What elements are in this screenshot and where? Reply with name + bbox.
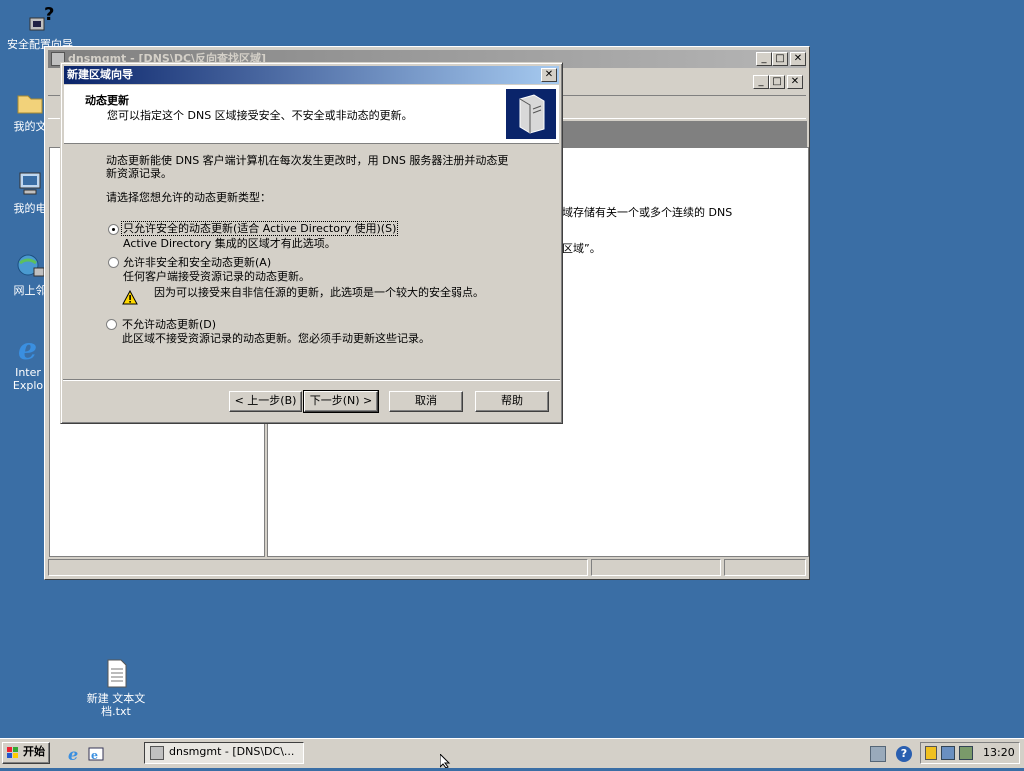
maximize-button[interactable]: □ <box>772 52 788 66</box>
tray-shield-icon[interactable] <box>925 746 937 760</box>
child-minimize-button[interactable]: _ <box>753 75 769 89</box>
next-button[interactable]: 下一步(N) > <box>303 390 379 413</box>
taskbar-item-dnsmgmt[interactable]: dnsmgmt - [DNS\DC\... <box>144 742 304 764</box>
intro-text-line2: 新资源记录。 <box>106 167 172 180</box>
wizard-header: 动态更新 您可以指定这个 DNS 区域接受安全、不安全或非动态的更新。 <box>64 85 559 144</box>
radio-no-dynamic-updates[interactable] <box>106 319 117 330</box>
option-nonsecure-label[interactable]: 允许非安全和安全动态更新(A) <box>123 256 271 269</box>
header-title: 动态更新 <box>85 94 129 107</box>
cancel-button[interactable]: 取消 <box>389 391 463 412</box>
dnsmgmt-icon <box>150 746 164 760</box>
tray-connection-icon[interactable] <box>959 746 973 760</box>
help-button[interactable]: 帮助 <box>475 391 549 412</box>
tray-computer-icon[interactable] <box>941 746 955 760</box>
option-nonsecure-desc: 任何客户端接受资源记录的动态更新。 <box>123 270 310 283</box>
text-file-icon <box>100 658 132 690</box>
desktop-icon-label-line2: 档.txt <box>101 705 131 718</box>
option-nonsecure-warning: 因为可以接受来自非信任源的更新，此选项是一个较大的安全弱点。 <box>154 286 484 299</box>
mouse-cursor-icon <box>439 752 452 769</box>
details-text-line2: 区域”。 <box>562 242 601 255</box>
details-text-line1: 个区域存储有关一个或多个连续的 DNS <box>540 206 733 219</box>
new-zone-wizard-dialog[interactable]: 新建区域向导 ✕ 动态更新 您可以指定这个 DNS 区域接受安全、不安全或非动态… <box>60 62 563 424</box>
internet-explorer-icon: e <box>12 332 44 367</box>
header-subtitle: 您可以指定这个 DNS 区域接受安全、不安全或非动态的更新。 <box>107 109 413 122</box>
close-button[interactable]: ✕ <box>790 52 806 66</box>
status-pane-main <box>48 559 588 576</box>
prompt-text: 请选择您想允许的动态更新类型： <box>106 191 271 204</box>
warning-icon <box>122 289 138 306</box>
svg-text:e: e <box>18 332 37 364</box>
option-secure-only-desc: Active Directory 集成的区域才有此选项。 <box>123 237 336 250</box>
option-none-label[interactable]: 不允许动态更新(D) <box>122 318 216 331</box>
taskbar-item-label: dnsmgmt - [DNS\DC\... <box>169 745 295 758</box>
back-button[interactable]: < 上一步(B) <box>229 391 302 412</box>
svg-text:e: e <box>91 749 98 762</box>
option-none-desc: 此区域不接受资源记录的动态更新。您必须手动更新这些记录。 <box>122 332 430 345</box>
svg-text:e: e <box>68 746 78 762</box>
svg-text:?: ? <box>44 4 54 25</box>
desktop-icon-text-file[interactable]: 新建 文本文 档.txt <box>76 658 156 718</box>
child-close-button[interactable]: ✕ <box>787 75 803 89</box>
taskbar: 开始 e e dnsmgmt - [DNS\DC\... ? 13:20 <box>0 738 1024 768</box>
windows-logo-icon <box>7 747 19 759</box>
tray-help-icon[interactable]: ? <box>896 746 912 762</box>
radio-nonsecure-and-secure[interactable] <box>108 257 119 268</box>
server-icon <box>506 89 556 139</box>
radio-secure-only[interactable] <box>108 224 119 235</box>
desktop-icon-security-wizard[interactable]: ? 安全配置向导 <box>0 4 80 51</box>
status-bar <box>48 559 806 577</box>
security-wizard-icon: ? <box>24 4 56 36</box>
start-label: 开始 <box>23 745 45 758</box>
network-globe-icon <box>14 250 46 282</box>
footer-separator <box>63 379 560 381</box>
child-restore-button[interactable]: □ <box>769 75 785 89</box>
system-tray: 13:20 <box>920 742 1020 764</box>
tray-network-icon[interactable] <box>870 746 886 762</box>
clock[interactable]: 13:20 <box>983 746 1015 760</box>
dialog-close-button[interactable]: ✕ <box>541 68 557 82</box>
status-pane-3 <box>724 559 806 576</box>
computer-icon <box>14 168 46 200</box>
folder-icon <box>14 86 46 118</box>
status-pane-2 <box>591 559 721 576</box>
dialog-title: 新建区域向导 <box>64 66 559 84</box>
desktop-icon-label-line1: 新建 文本文 <box>86 692 146 705</box>
option-secure-only-label[interactable]: 只允许安全的动态更新(适合 Active Directory 使用)(S) <box>120 221 399 236</box>
quicklaunch-ie-icon[interactable]: e <box>66 745 82 764</box>
intro-text-line1: 动态更新能使 DNS 客户端计算机在每次发生更改时，用 DNS 服务器注册并动态… <box>106 154 509 167</box>
minimize-button[interactable]: _ <box>756 52 772 66</box>
quicklaunch-show-desktop-icon[interactable]: e <box>88 746 104 762</box>
start-button[interactable]: 开始 <box>2 742 50 764</box>
